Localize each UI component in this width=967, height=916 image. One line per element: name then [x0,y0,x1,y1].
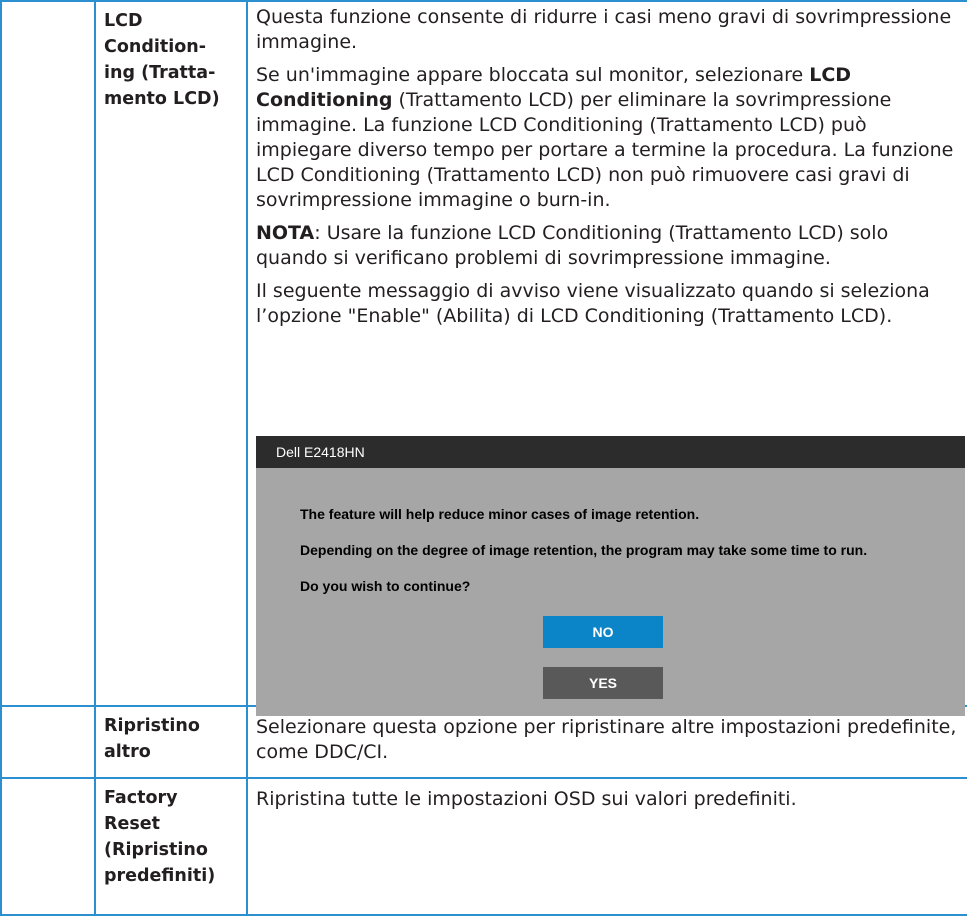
paragraph: Il seguente messaggio di avviso viene vi… [256,280,930,327]
empty-cell [0,777,96,916]
label-line: (Ripristino [104,840,208,860]
text-span: Se un'immagine appare bloccata sul monit… [256,64,810,86]
label-line: Factory [104,788,178,808]
label-line: Condition- [104,37,206,57]
label-line: Reset [104,814,160,834]
row-label-lcd-conditioning: LCD Condition- ing (Tratta- mento LCD) [96,2,246,118]
label-line: predefiniti) [104,866,216,886]
row-label-ripristino-altro: Ripristino altro [96,707,246,771]
text-span: : Usare la funzione LCD Conditioning (Tr… [256,222,889,269]
yes-button[interactable]: YES [543,667,663,699]
label-line: altro [104,742,151,762]
label-line: Ripristino [104,716,200,736]
paragraph: Se un'immagine appare bloccata sul monit… [256,63,965,213]
osd-message-line: The feature will help reduce minor cases… [300,506,700,522]
osd-warning-dialog: Dell E2418HN The feature will help reduc… [256,436,965,716]
row-description: Ripristina tutte le impostazioni OSD sui… [256,788,797,810]
description-cell: Ripristina tutte le impostazioni OSD sui… [246,777,967,916]
osd-prompt: Do you wish to continue? [300,578,471,594]
label-line: mento LCD) [104,89,220,109]
table-row: Ripristino altro Selezionare questa opzi… [0,705,967,779]
empty-cell [0,705,96,779]
description-cell: Selezionare questa opzione per ripristin… [246,705,967,779]
row-label-factory-reset: Factory Reset (Ripristino predefiniti) [96,779,246,895]
paragraph: NOTA: Usare la funzione LCD Conditioning… [256,221,965,271]
label-line: LCD [104,11,143,31]
osd-title-bar: Dell E2418HN [256,436,965,468]
label-cell: LCD Condition- ing (Tratta- mento LCD) [94,0,248,707]
row-description: Questa funzione consente di ridurre i ca… [248,2,967,329]
label-line: ing (Tratta- [104,63,216,83]
no-button[interactable]: NO [543,616,663,648]
label-cell: Ripristino altro [94,705,248,779]
paragraph: Questa funzione consente di ridurre i ca… [256,6,952,53]
osd-message-line: Depending on the degree of image retenti… [300,542,868,558]
note-label: NOTA [256,222,315,244]
label-cell: Factory Reset (Ripristino predefiniti) [94,777,248,916]
empty-cell [0,0,96,707]
table-row: Factory Reset (Ripristino predefiniti) R… [0,777,967,916]
osd-title: Dell E2418HN [276,444,365,460]
